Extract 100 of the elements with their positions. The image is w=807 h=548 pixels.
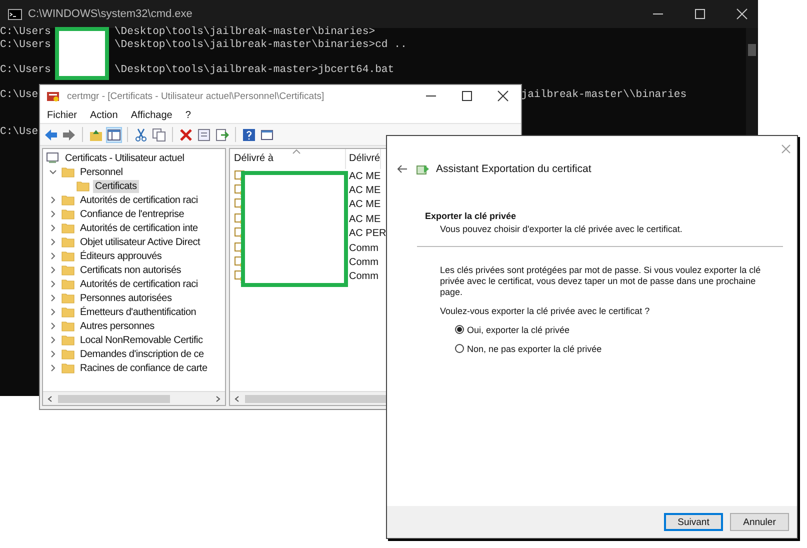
maximize-icon[interactable] xyxy=(461,90,473,102)
console-text: C:\Users xyxy=(0,26,51,38)
console-text: \Desktop\tools\jailbreak-master>jbcert64.bat xyxy=(114,64,394,76)
folder-icon xyxy=(61,278,75,290)
folder-icon xyxy=(61,264,75,276)
collapsed-chevron-icon[interactable] xyxy=(48,335,58,345)
tree-item[interactable]: Local NonRemovable Certific xyxy=(78,334,205,346)
tree-item[interactable]: Personnel xyxy=(78,166,125,178)
collapsed-chevron-icon[interactable] xyxy=(48,307,58,317)
next-button[interactable]: Suivant xyxy=(664,513,723,531)
collapsed-chevron-icon[interactable] xyxy=(48,265,58,275)
scroll-right-icon[interactable] xyxy=(214,394,222,402)
console-text: C:\Users xyxy=(0,64,51,76)
folder-icon xyxy=(61,166,75,178)
tree-item[interactable]: Certificats non autorisés xyxy=(78,264,184,276)
console-text: C:\Users xyxy=(0,38,51,50)
folder-icon xyxy=(61,194,75,206)
scroll-left-icon[interactable] xyxy=(46,394,54,402)
tree-item[interactable]: Confiance de l'entreprise xyxy=(78,208,186,220)
folder-icon xyxy=(61,292,75,304)
tree-item[interactable]: Autorités de certification raci xyxy=(78,278,200,290)
forward-arrow-icon[interactable] xyxy=(62,128,76,142)
collapsed-chevron-icon[interactable] xyxy=(48,209,58,219)
folder-icon xyxy=(61,320,75,332)
horizontal-scrollbar[interactable] xyxy=(43,391,225,405)
table-cell-text: Comm xyxy=(348,242,378,254)
folder-icon xyxy=(61,334,75,346)
section-title: Exporter la clé privée xyxy=(425,211,518,221)
help-icon[interactable] xyxy=(242,128,256,142)
menu-item[interactable]: Action xyxy=(90,110,118,120)
cancel-button[interactable]: Annuler xyxy=(730,513,789,531)
tree-item[interactable]: Demandes d'inscription de ce xyxy=(78,348,206,360)
folder-up-icon[interactable] xyxy=(89,128,103,142)
back-arrow-icon[interactable] xyxy=(396,164,408,174)
scroll-left-icon[interactable] xyxy=(233,394,241,402)
scissors-icon[interactable] xyxy=(134,128,148,142)
tree-item[interactable]: Certificats xyxy=(93,180,139,192)
collapsed-chevron-icon[interactable] xyxy=(48,223,58,233)
tree-item[interactable]: Objet utilisateur Active Direct xyxy=(78,236,202,248)
radio-label[interactable]: Oui, exporter la clé privée xyxy=(467,324,570,334)
column-header[interactable]: Délivré à xyxy=(230,149,346,169)
collapsed-chevron-icon[interactable] xyxy=(48,195,58,205)
close-icon[interactable] xyxy=(497,90,509,102)
window-title: certmgr - [Certificats - Utilisateur actuel\Personnel\Certificats] xyxy=(67,90,324,102)
collapsed-chevron-icon[interactable] xyxy=(48,321,58,331)
back-arrow-icon[interactable] xyxy=(44,128,58,142)
folder-icon xyxy=(61,208,75,220)
radio-button[interactable] xyxy=(455,325,464,334)
table-cell-text: AC ME xyxy=(348,199,381,210)
console-text: \Desktop\tools\jailbreak-master\binaries> xyxy=(114,26,376,38)
tree-item[interactable]: Personnes autorisées xyxy=(78,292,174,304)
section-subtitle: Vous pouvez choisir d'exporter la clé privée avec le certificat. xyxy=(439,223,684,234)
console-tree-icon[interactable] xyxy=(107,128,121,142)
tree-item[interactable]: Éditeurs approuvés xyxy=(78,250,164,262)
table-cell-text: Comm xyxy=(348,257,378,268)
view-icon[interactable] xyxy=(260,128,274,142)
question-text: Voulez-vous exporter la clé privée avec le certificat ? xyxy=(440,306,651,316)
folder-icon xyxy=(61,236,75,248)
collapsed-chevron-icon[interactable] xyxy=(48,363,58,373)
collapsed-chevron-icon[interactable] xyxy=(48,293,58,303)
expanded-chevron-icon[interactable] xyxy=(48,167,58,177)
certificates-console-icon xyxy=(46,152,60,164)
console-text: jailbreak-master\\binaries xyxy=(521,88,687,100)
folder-icon xyxy=(61,306,75,318)
redaction-block xyxy=(55,27,109,80)
copy-icon[interactable] xyxy=(152,128,166,142)
tree-item[interactable]: Émetteurs d'authentification xyxy=(78,306,198,318)
column-header[interactable]: Délivré xyxy=(346,149,382,169)
tree-item[interactable]: Certificats - Utilisateur actuel xyxy=(63,152,186,164)
collapsed-chevron-icon[interactable] xyxy=(48,237,58,247)
menu-item[interactable]: ? xyxy=(185,110,191,120)
folder-icon xyxy=(61,222,75,234)
window-title: C:\WINDOWS\system32\cmd.exe xyxy=(28,8,192,20)
delete-icon[interactable] xyxy=(179,128,193,142)
tree-item[interactable]: Autorités de certification inte xyxy=(78,222,200,234)
folder-icon xyxy=(61,348,75,360)
tree-item[interactable]: Racines de confiance de carte xyxy=(78,362,210,374)
collapsed-chevron-icon[interactable] xyxy=(48,251,58,261)
menu-item[interactable]: Fichier xyxy=(47,110,78,120)
export-icon[interactable] xyxy=(215,128,229,142)
folder-icon xyxy=(61,250,75,262)
table-cell-text: AC ME xyxy=(348,214,381,225)
console-text: C:\Use xyxy=(0,88,38,100)
table-cell-text: AC ME xyxy=(348,185,381,196)
tree-item[interactable]: Autres personnes xyxy=(78,320,156,332)
collapsed-chevron-icon[interactable] xyxy=(48,349,58,359)
properties-icon[interactable] xyxy=(197,128,211,142)
collapsed-chevron-icon[interactable] xyxy=(48,279,58,289)
dialog-title: Assistant Exportation du certificat xyxy=(436,163,592,175)
console-app-icon xyxy=(8,8,22,20)
sort-caret-icon xyxy=(292,149,301,154)
menu-item[interactable]: Affichage xyxy=(130,110,172,120)
tree-item[interactable]: Autorités de certification raci xyxy=(78,194,200,206)
description-text: Les clés privées sont protégées par mot de passe. Si vous voulez exporter la clé privée avec le certificat, vous devez taper un mot de passe dans une prochaine page. xyxy=(440,265,762,298)
table-cell-text: AC ME xyxy=(348,170,381,182)
table-cell-text: Comm xyxy=(348,271,378,282)
radio-label[interactable]: Non, ne pas exporter la clé privée xyxy=(467,344,602,354)
folder-icon xyxy=(61,362,75,374)
radio-button[interactable] xyxy=(455,344,464,353)
certificate-wizard-icon xyxy=(416,162,430,176)
